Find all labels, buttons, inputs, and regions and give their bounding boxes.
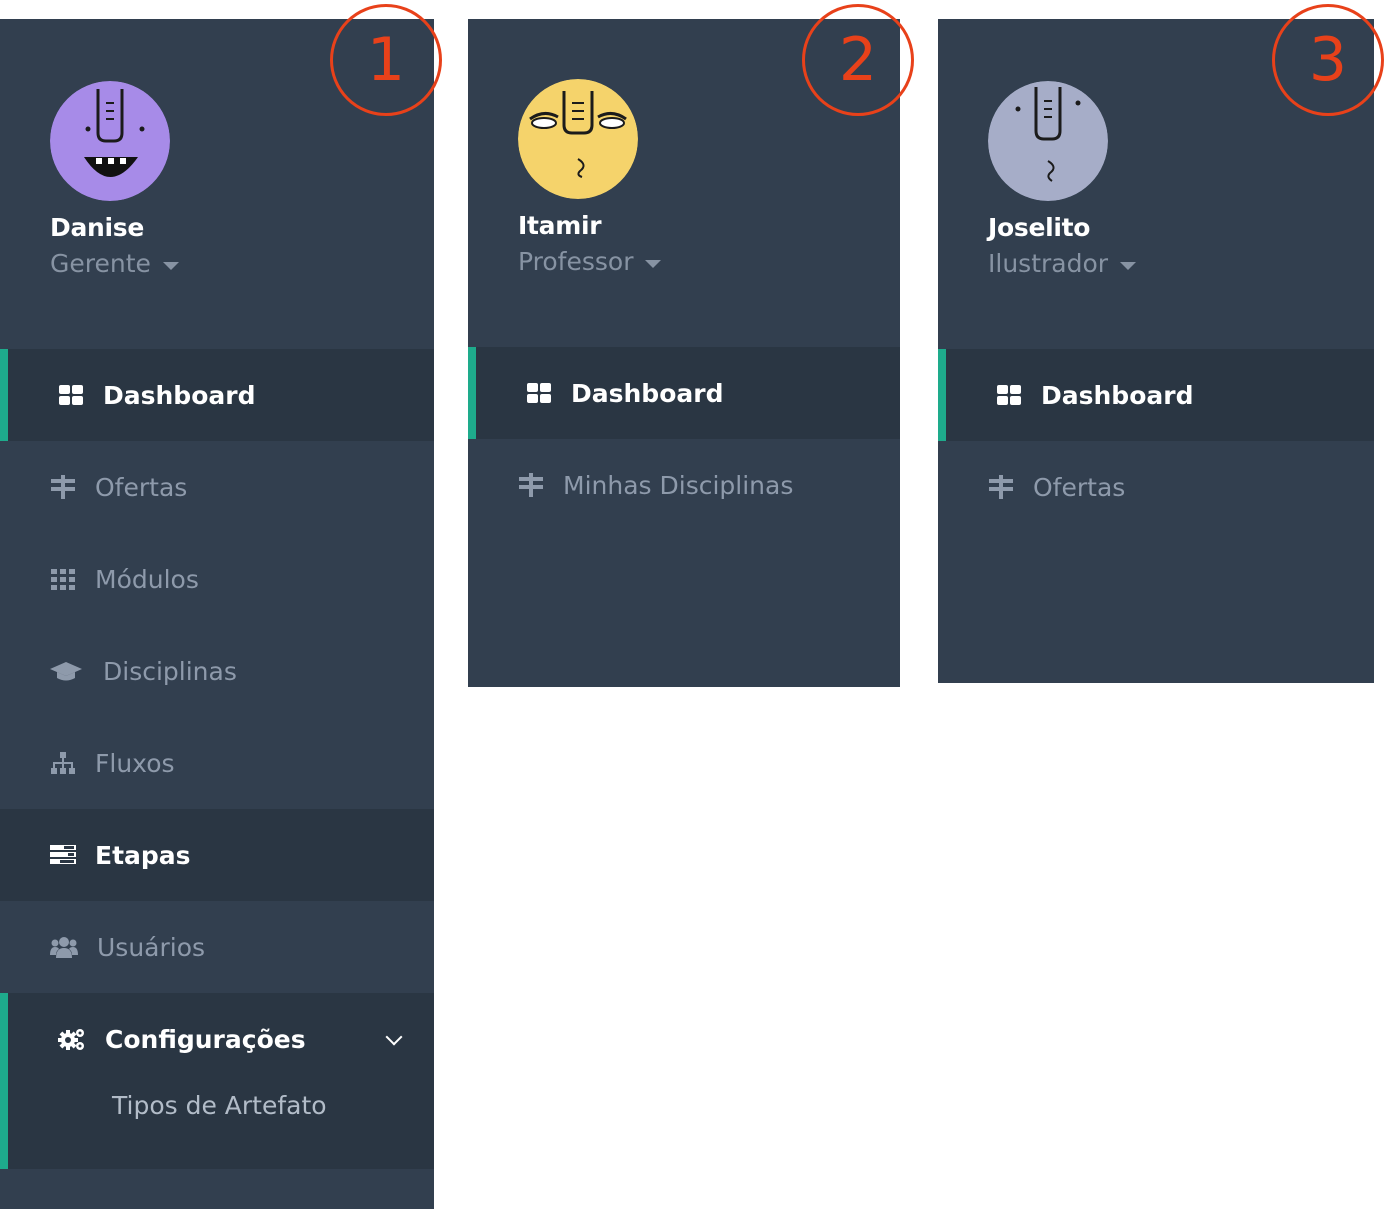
nav-subitem-tipos-de-artefato[interactable]: Tipos de Artefato (8, 1085, 434, 1169)
grid-icon (50, 566, 76, 592)
nav-item-label: Usuários (97, 932, 206, 962)
signpost-icon (518, 472, 544, 498)
caret-down-icon (1120, 261, 1137, 270)
sitemap-icon (50, 750, 76, 776)
nav-item-label: Disciplinas (103, 656, 237, 686)
dashboard-icon (526, 380, 552, 406)
sidebar-nav: Dashboard Minhas Disciplinas (468, 347, 900, 531)
nav-item-ofertas[interactable]: Ofertas (0, 441, 434, 533)
nav-item-label: Dashboard (103, 380, 256, 410)
nav-item-label: Minhas Disciplinas (563, 470, 794, 500)
nav-item-label: Módulos (95, 564, 199, 594)
dashboard-icon (996, 382, 1022, 408)
nav-item-label: Dashboard (1041, 380, 1194, 410)
annotation-badge-2: 2 (802, 4, 914, 116)
user-name: Joselito (988, 213, 1091, 242)
avatar[interactable] (50, 81, 170, 201)
avatar[interactable] (988, 81, 1108, 201)
user-role-dropdown[interactable]: Professor (518, 247, 662, 276)
nav-item-label: Etapas (95, 840, 191, 870)
nav-item-etapas[interactable]: Etapas (0, 809, 434, 901)
user-role-label: Ilustrador (988, 249, 1109, 278)
user-role-label: Gerente (50, 249, 151, 278)
nav-item-minhas-disciplinas[interactable]: Minhas Disciplinas (468, 439, 900, 531)
nav-item-label: Dashboard (571, 378, 724, 408)
nav-item-usuarios[interactable]: Usuários (0, 901, 434, 993)
sidebar-nav: Dashboard Ofertas (938, 349, 1374, 533)
chevron-down-icon[interactable] (385, 1028, 403, 1046)
annotation-badge-3: 3 (1272, 4, 1384, 116)
sidebar-professor: Itamir Professor Dashboard Minhas Discip… (468, 19, 900, 687)
sidebar-ilustrador: Joselito Ilustrador Dashboard Ofertas (938, 19, 1374, 683)
sidebar-gerente: Danise Gerente Dashboard Ofertas Módulos… (0, 19, 434, 1209)
gears-icon (58, 1026, 86, 1052)
nav-item-dashboard[interactable]: Dashboard (0, 349, 434, 441)
nav-item-ofertas[interactable]: Ofertas (938, 441, 1374, 533)
nav-item-disciplinas[interactable]: Disciplinas (0, 625, 434, 717)
graduation-cap-icon (50, 658, 83, 684)
users-icon (50, 934, 78, 960)
nav-subitem-label: Tipos de Artefato (112, 1091, 327, 1120)
nav-group-configuracoes: Configurações Tipos de Artefato (0, 993, 434, 1169)
user-role-label: Professor (518, 247, 634, 276)
signpost-icon (50, 474, 76, 500)
nav-item-fluxos[interactable]: Fluxos (0, 717, 434, 809)
avatar[interactable] (518, 79, 638, 199)
sidebar-nav: Dashboard Ofertas Módulos Disciplinas Fl… (0, 349, 434, 1169)
user-name: Danise (50, 213, 145, 242)
annotation-badge-1: 1 (330, 4, 442, 116)
user-role-dropdown[interactable]: Ilustrador (988, 249, 1137, 278)
dashboard-icon (58, 382, 84, 408)
nav-item-label: Ofertas (95, 472, 188, 502)
nav-item-dashboard[interactable]: Dashboard (938, 349, 1374, 441)
nav-item-label: Ofertas (1033, 472, 1126, 502)
signpost-icon (988, 474, 1014, 500)
comparison-stage: Danise Gerente Dashboard Ofertas Módulos… (0, 0, 1400, 1209)
nav-item-label: Configurações (105, 1024, 306, 1054)
caret-down-icon (162, 261, 179, 270)
user-name: Itamir (518, 211, 602, 240)
nav-item-modulos[interactable]: Módulos (0, 533, 434, 625)
user-role-dropdown[interactable]: Gerente (50, 249, 179, 278)
nav-item-dashboard[interactable]: Dashboard (468, 347, 900, 439)
caret-down-icon (645, 259, 662, 268)
nav-item-configuracoes[interactable]: Configurações (8, 993, 434, 1085)
nav-item-label: Fluxos (95, 748, 175, 778)
tasks-icon (50, 842, 76, 868)
